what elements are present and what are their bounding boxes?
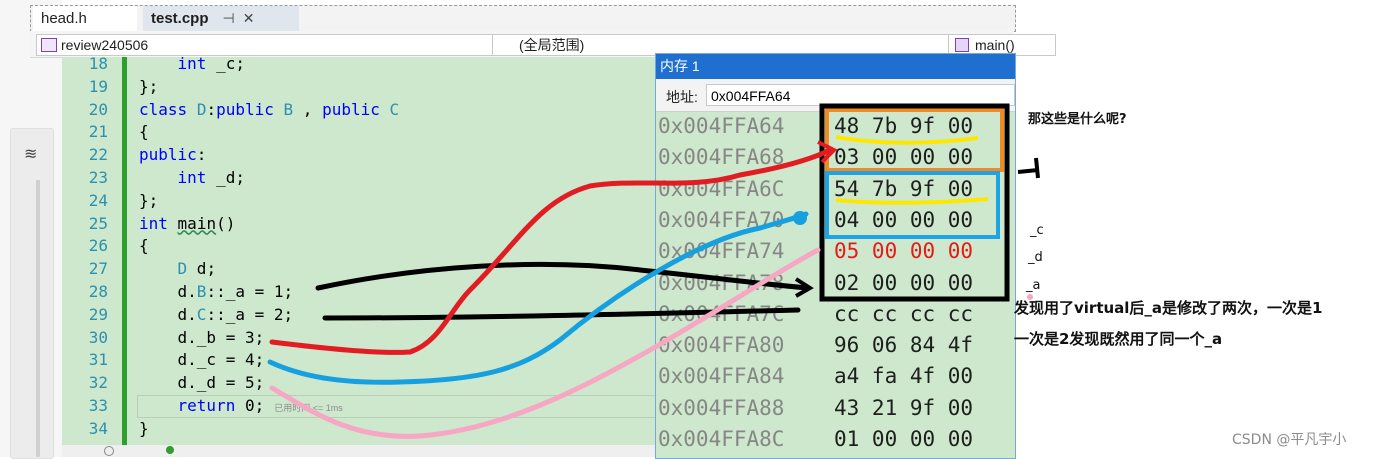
code-line[interactable]: d.B::_a = 1;	[139, 281, 294, 304]
vertical-scrollbar[interactable]	[36, 180, 40, 457]
address-label: 地址:	[666, 89, 698, 105]
scope-name: (全局范围)	[519, 37, 585, 53]
annotation-question: 那这些是什么呢?	[1028, 112, 1127, 127]
line-number: 24	[88, 190, 108, 210]
code-line[interactable]: {	[139, 235, 149, 258]
memory-row-bytes[interactable]: 05 00 00 00	[834, 236, 973, 267]
memory-row-bytes[interactable]: a4 fa 4f 00	[834, 361, 973, 392]
close-icon[interactable]: ✕	[243, 10, 255, 26]
annotation-label-c: _c	[1030, 223, 1044, 238]
method-cube-icon	[955, 38, 969, 52]
function-name: main()	[975, 37, 1015, 53]
memory-row-bytes[interactable]: 02 00 00 00	[834, 268, 973, 299]
memory-row-address: 0x004FFA84	[658, 364, 785, 389]
code-line[interactable]: d.C::_a = 2;	[139, 304, 294, 327]
line-number: 18	[88, 57, 108, 73]
code-line[interactable]: D d;	[139, 258, 217, 281]
code-line[interactable]: int main()	[139, 213, 235, 236]
memory-row-address: 0x004FFA7C	[658, 301, 785, 326]
watermark: CSDN @平凡宇小	[1232, 432, 1347, 448]
code-line[interactable]: int _c;	[139, 57, 245, 76]
b-marker	[1017, 157, 1040, 179]
code-line[interactable]: d._c = 4;	[139, 349, 265, 372]
code-line[interactable]: class D:public B , public C	[139, 99, 399, 122]
memory-row-address: 0x004FFA80	[658, 333, 785, 358]
annotation-paragraph-line2: 一次是2发现既然用了同一个_a	[1014, 330, 1223, 348]
memory-row-address: 0x004FFA74	[658, 239, 785, 264]
line-number: 19	[88, 76, 108, 96]
code-line[interactable]: return 0; 已用时间 <= 1ms	[139, 395, 343, 418]
tool-window-strip	[10, 128, 54, 459]
line-number: 33	[88, 396, 108, 415]
code-editor[interactable]: 18 19 20 21 22 23 24 25 26 27 28 29 30 31 32 33 34 int _…	[62, 57, 656, 445]
tab-label: test.cpp	[151, 10, 209, 27]
memory-row-bytes[interactable]: cc cc cc cc	[834, 299, 973, 330]
annotation-label-d: _d	[1028, 250, 1043, 265]
memory-row-bytes[interactable]: 48 7b 9f 00	[834, 111, 973, 142]
line-number: 31	[88, 350, 108, 370]
editor-status-bar	[62, 445, 656, 457]
memory-row-bytes[interactable]: 01 00 00 00	[834, 424, 973, 455]
tab-test-cpp[interactable]: test.cpp ⊣ ✕	[143, 6, 299, 31]
document-tab-strip: head.h test.cpp ⊣ ✕	[30, 5, 1016, 32]
status-indicator-icon	[104, 446, 114, 456]
annotation-paragraph-line1: 发现用了virtual后_a是修改了两次，一次是1	[1014, 299, 1323, 317]
memory-row-bytes[interactable]: 96 06 84 4f	[834, 330, 973, 361]
line-number: 20	[88, 99, 108, 119]
line-number: 23	[88, 168, 108, 187]
line-number: 30	[88, 327, 108, 347]
project-icon	[41, 38, 57, 52]
line-number: 27	[88, 259, 108, 279]
code-line[interactable]: };	[139, 190, 158, 213]
tab-head-h[interactable]: head.h	[33, 6, 137, 31]
line-number: 21	[88, 122, 108, 142]
line-number: 28	[88, 282, 108, 301]
memory-row-address: 0x004FFA68	[658, 145, 785, 170]
code-line[interactable]: d._d = 5;	[139, 372, 265, 395]
address-input[interactable]: 0x004FFA64	[706, 84, 1015, 106]
memory-row-address: 0x004FFA78	[658, 270, 785, 295]
line-number: 22	[88, 145, 108, 165]
memory-window: 内存 1 地址: 0x004FFA64 0x004FFA64 48 7b 9f 0…	[655, 53, 1016, 459]
line-number: 34	[88, 418, 108, 438]
code-line[interactable]: };	[139, 76, 158, 99]
change-tracking-bar	[122, 57, 127, 445]
memory-row-bytes[interactable]: 54 7b 9f 00	[834, 174, 973, 205]
memory-row-address: 0x004FFA88	[658, 395, 785, 420]
tab-label: head.h	[41, 10, 87, 27]
code-line[interactable]: int _d;	[139, 167, 245, 190]
project-name: review240506	[61, 37, 149, 53]
line-number: 26	[88, 236, 108, 256]
code-line[interactable]: {	[139, 121, 149, 144]
line-number: 32	[88, 373, 108, 393]
memory-row-bytes[interactable]: 04 00 00 00	[834, 205, 973, 236]
project-dropdown[interactable]: review240506 ▼	[36, 34, 510, 56]
pin-icon[interactable]: ⊣	[223, 10, 235, 26]
memory-row-address: 0x004FFA8C	[658, 427, 785, 451]
memory-row-bytes[interactable]: 43 21 9f 00	[834, 393, 973, 424]
memory-row-address: 0x004FFA64	[658, 114, 785, 138]
memory-row-address: 0x004FFA70	[658, 207, 785, 232]
status-ok-icon	[166, 446, 174, 454]
memory-row-address: 0x004FFA6C	[658, 176, 785, 201]
annotation-label-a: _a	[1026, 278, 1041, 293]
memory-row-bytes[interactable]: 03 00 00 00	[834, 142, 973, 173]
code-line[interactable]: }	[139, 418, 149, 441]
code-line[interactable]: public:	[139, 144, 206, 167]
memory-address-bar: 地址: 0x004FFA64	[656, 79, 1015, 112]
code-line[interactable]: d._b = 3;	[139, 327, 265, 350]
toolbox-icon[interactable]: ≋	[24, 144, 37, 163]
line-number: 25	[88, 213, 108, 233]
line-number: 29	[88, 304, 108, 324]
memory-window-title[interactable]: 内存 1	[656, 54, 1015, 79]
